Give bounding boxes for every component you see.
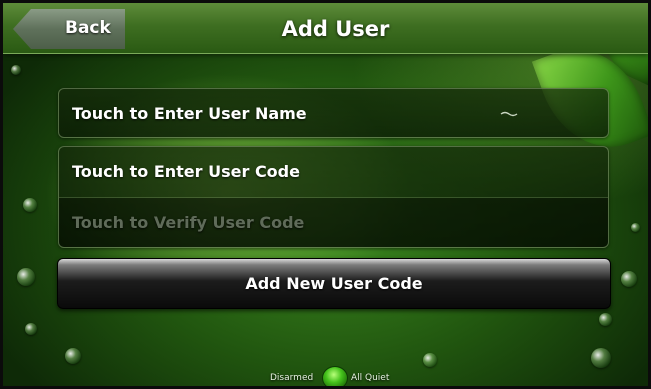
water-droplet: [25, 323, 37, 335]
water-droplet: [65, 348, 81, 364]
status-led-icon[interactable]: [322, 366, 348, 386]
arm-status-text: Disarmed: [270, 373, 314, 383]
water-droplet: [423, 353, 437, 367]
water-droplet: [599, 313, 612, 326]
add-user-screen: Back Add User Touch to Enter User Name T…: [0, 0, 651, 389]
add-new-user-code-label: Add New User Code: [245, 274, 423, 293]
verify-code-field[interactable]: Touch to Verify User Code: [59, 198, 608, 247]
status-bar: Disarmed All Quiet: [3, 366, 648, 386]
page-title: Add User: [281, 17, 390, 41]
user-name-field[interactable]: Touch to Enter User Name: [58, 88, 609, 138]
water-droplet: [631, 223, 640, 232]
user-code-group: Touch to Enter User Code Touch to Verify…: [58, 146, 609, 248]
water-droplet: [591, 348, 611, 368]
water-droplet: [621, 271, 637, 287]
verify-code-field-label: Touch to Verify User Code: [72, 213, 305, 232]
water-droplet: [23, 198, 37, 212]
water-droplet: [17, 268, 35, 286]
add-new-user-code-button[interactable]: Add New User Code: [57, 258, 611, 309]
sensor-status-text: All Quiet: [351, 373, 390, 383]
user-name-field-label: Touch to Enter User Name: [72, 104, 307, 123]
cursor-indicator-icon: [500, 111, 518, 117]
header-bar: Back Add User: [3, 3, 648, 54]
user-code-field-label: Touch to Enter User Code: [72, 162, 300, 181]
water-droplet: [11, 65, 21, 75]
user-code-field[interactable]: Touch to Enter User Code: [59, 147, 608, 198]
